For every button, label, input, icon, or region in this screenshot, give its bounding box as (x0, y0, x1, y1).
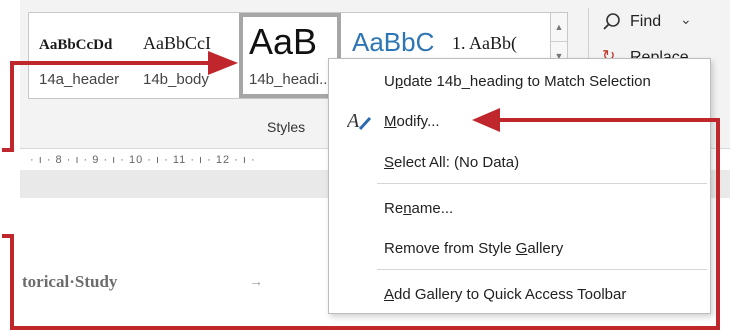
access-key: G (515, 240, 528, 257)
style-tile-14b-heading[interactable]: AaB 14b_headi... (239, 13, 341, 98)
find-label: Find (630, 13, 662, 30)
label-part: date 14b_heading to Match Selection (403, 73, 651, 90)
styles-group-label: Styles (267, 119, 306, 135)
style-preview: 1. AaBb( (452, 33, 517, 53)
style-preview: AaBbCcI (143, 33, 211, 53)
access-key: n (403, 200, 412, 217)
menu-item-label: Select All: (No Data) (384, 154, 519, 171)
find-button[interactable]: Find ⌄ (598, 8, 698, 36)
style-name: 14b_body (143, 71, 209, 88)
style-name: 14b_headi... (249, 71, 332, 88)
style-tile-14a-header[interactable]: AaBbCcDd 14a_header (29, 13, 132, 98)
access-key: S (384, 154, 395, 171)
menu-separator (377, 183, 707, 184)
menu-item-label: Update 14b_heading to Match Selection (384, 73, 651, 90)
style-name: 14a_header (39, 71, 120, 88)
style-preview: AaBbCcDd (39, 37, 113, 53)
menu-item-rename[interactable]: Rename... (329, 193, 710, 223)
menu-item-remove-from-gallery[interactable]: Remove from Style Gallery (329, 233, 710, 263)
style-preview: AaB (249, 21, 318, 62)
menu-item-update-to-match[interactable]: Update 14b_heading to Match Selection (329, 66, 710, 96)
menu-item-modify[interactable]: A Modify... (329, 106, 710, 136)
label-part: dd Gallery to Quick Access Toolbar (394, 286, 627, 303)
access-key: A (384, 286, 395, 303)
label-part: elect All: (No Data) (394, 154, 520, 171)
label-part: ame... (411, 200, 454, 217)
menu-item-label: Add Gallery to Quick Access Toolbar (384, 286, 626, 303)
label-part: U (384, 73, 395, 90)
menu-item-select-all[interactable]: Select All: (No Data) (329, 147, 710, 177)
chevron-down-icon: ⌄ (680, 11, 692, 27)
menu-item-label: Rename... (384, 200, 453, 217)
find-magnifier-icon (603, 13, 620, 30)
menu-item-add-to-quick-access[interactable]: Add Gallery to Quick Access Toolbar (329, 279, 710, 309)
label-part: Re (384, 200, 404, 217)
modify-style-icon: A (345, 109, 373, 137)
style-tile-14b-body[interactable]: AaBbCcI 14b_body (133, 13, 239, 98)
scroll-up-icon[interactable]: ▲ (551, 13, 567, 42)
menu-item-label: Remove from Style Gallery (384, 240, 563, 257)
label-part: Remove from Style (384, 240, 516, 257)
access-key: p (394, 73, 404, 90)
label-part: allery (527, 240, 564, 257)
style-context-menu: Update 14b_heading to Match Selection A … (328, 58, 711, 314)
svg-text:A: A (347, 110, 360, 132)
menu-separator (377, 269, 707, 270)
label-part: odify... (396, 113, 440, 130)
access-key: M (384, 113, 397, 130)
style-preview: AaBbC (352, 27, 435, 57)
tab-mark: → (249, 273, 263, 289)
document-text: torical·Study (22, 272, 118, 291)
menu-item-label: Modify... (384, 113, 440, 130)
